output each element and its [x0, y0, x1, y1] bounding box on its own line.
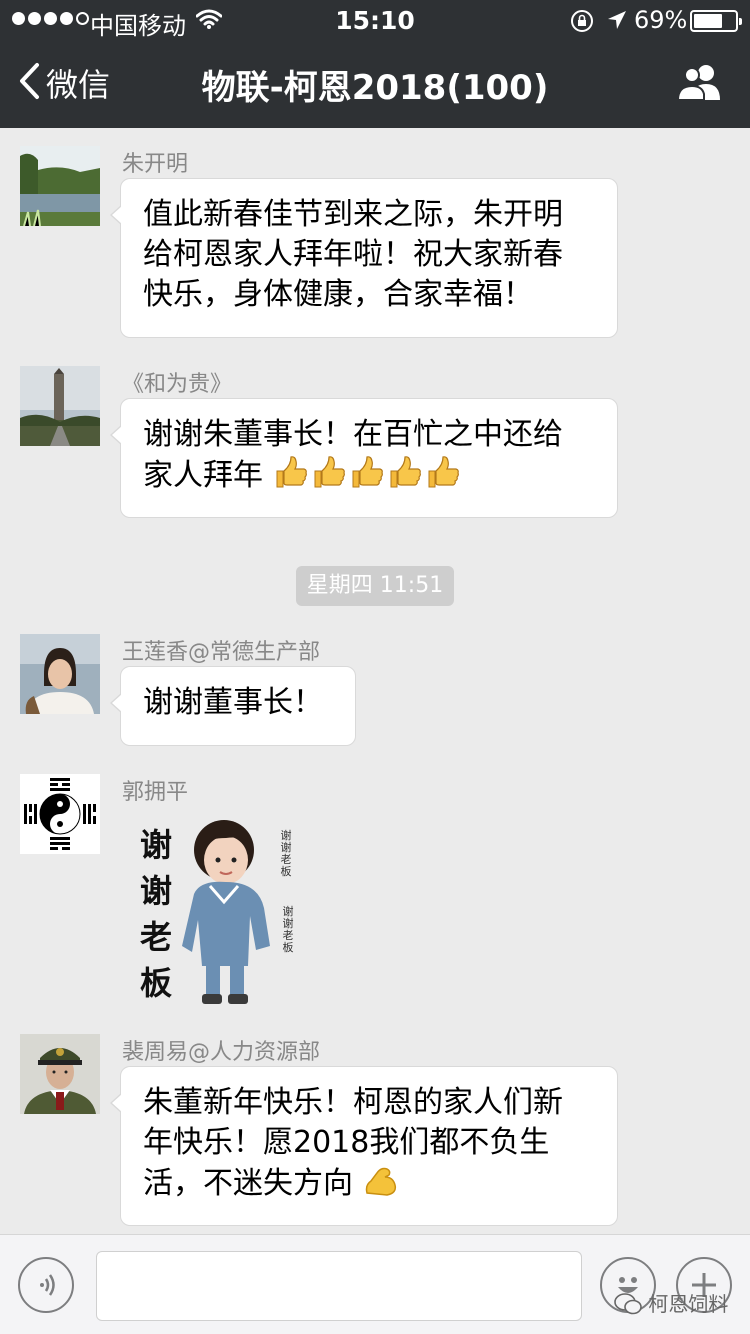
group-members-icon: [676, 65, 724, 106]
flexed-biceps-icon: [363, 1163, 399, 1208]
message-text: 谢谢朱董事长！在百忙之中还给: [143, 417, 563, 452]
battery-icon: [690, 10, 742, 32]
message-text: 活，不迷失方向: [143, 1166, 353, 1201]
tower-avatar[interactable]: [20, 366, 100, 446]
sticker-small-caption: 谢谢老板: [282, 905, 294, 954]
sender-name: 王莲香@常德生产部: [122, 640, 321, 665]
sticker-caption: 谢 谢 老 板: [139, 826, 172, 1002]
location-arrow-icon: [606, 9, 628, 37]
battery-percent: 69%: [634, 6, 688, 34]
thumbs-up-icon: [311, 455, 347, 500]
nav-bar: 微信 物联-柯恩2018(100): [0, 40, 750, 128]
thumbs-up-icon: [273, 455, 309, 500]
yin-yang-avatar[interactable]: [20, 774, 100, 854]
wechat-logo-icon: [614, 1292, 648, 1316]
voice-icon: [34, 1271, 62, 1303]
watermark: 柯恩饲料: [614, 1288, 728, 1317]
sender-name: 《和为贵》: [122, 372, 233, 397]
message-input[interactable]: [96, 1251, 582, 1321]
message-text: 朱董新年快乐！柯恩的家人们新: [143, 1085, 563, 1120]
sender-name: 裴周易@人力资源部: [122, 1040, 321, 1065]
sender-name: 郭拥平: [122, 780, 189, 805]
thumbs-up-icon: [425, 455, 461, 500]
status-bar: 中国移动 15:10 69%: [0, 0, 750, 40]
chat-title: 物联-柯恩2018(100): [201, 68, 549, 108]
message-text: 谢谢董事长！: [143, 685, 323, 720]
message-bubble[interactable]: 谢谢朱董事长！在百忙之中还给 家人拜年: [110, 398, 618, 518]
top-bar: 中国移动 15:10 69% 微信 物联-柯恩2018(100): [0, 0, 750, 128]
watermark-text: 柯恩饲料: [648, 1292, 729, 1316]
message-text: 值此新春佳节到来之际，朱开明: [143, 197, 563, 232]
woman-avatar[interactable]: [20, 634, 100, 714]
thumbs-up-icon: [387, 455, 423, 500]
message-bubble[interactable]: 值此新春佳节到来之际，朱开明 给柯恩家人拜年啦！祝大家新春 快乐，身体健康，合家…: [110, 178, 618, 338]
message-bubble[interactable]: 朱董新年快乐！柯恩的家人们新 年快乐！愿2018我们都不负生 活，不迷失方向: [110, 1066, 618, 1226]
timestamp-badge: 星期四 11:51: [296, 566, 454, 606]
voice-button[interactable]: [18, 1257, 74, 1313]
sticker-image[interactable]: 谢 谢 老 板 谢谢老板 谢谢老板: [130, 808, 310, 1008]
group-members-button[interactable]: [676, 62, 724, 106]
lake-avatar[interactable]: [20, 146, 100, 226]
message-text: 家人拜年: [143, 458, 263, 493]
soldier-avatar[interactable]: [20, 1034, 100, 1114]
sender-name: 朱开明: [122, 152, 189, 177]
rotation-lock-icon: [570, 9, 594, 39]
sticker-small-caption: 谢谢老板: [280, 829, 292, 878]
message-bubble[interactable]: 谢谢董事长！: [110, 666, 356, 746]
message-text: 快乐，身体健康，合家幸福！: [143, 277, 533, 312]
input-bar: [0, 1234, 750, 1334]
thumbs-up-icon: [349, 455, 385, 500]
message-text: 年快乐！愿2018我们都不负生: [143, 1125, 550, 1160]
message-text: 给柯恩家人拜年啦！祝大家新春: [143, 237, 563, 272]
